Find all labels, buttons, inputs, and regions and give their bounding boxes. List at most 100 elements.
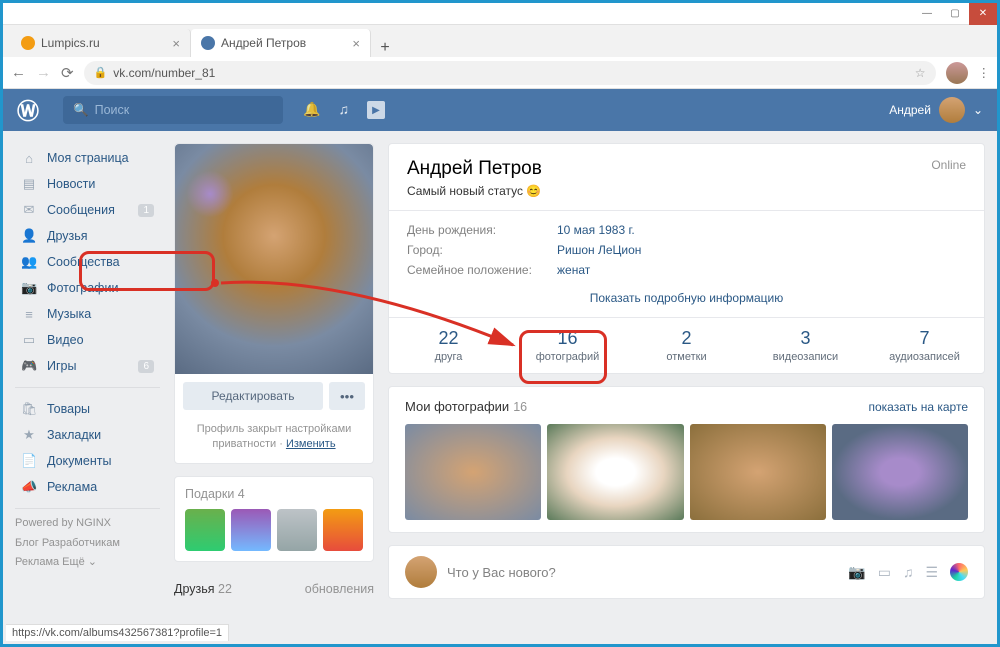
- tab-vk-profile[interactable]: Андрей Петров ×: [191, 29, 371, 57]
- vk-header: Ⓦ 🔍 Поиск 🔔 ♫ ▶ Андрей ⌄: [3, 89, 997, 131]
- search-icon: 🔍: [73, 103, 89, 118]
- search-placeholder: Поиск: [95, 103, 130, 117]
- chrome-profile-avatar[interactable]: [946, 62, 968, 84]
- person-icon: 👤: [21, 228, 37, 244]
- vk-header-icons: 🔔 ♫ ▶: [303, 101, 385, 119]
- browser-tabs: Lumpics.ru × Андрей Петров × +: [3, 25, 997, 57]
- vk-search-input[interactable]: 🔍 Поиск: [63, 96, 283, 124]
- counter-audio[interactable]: 7аудиозаписей: [865, 318, 984, 373]
- profile-status[interactable]: Самый новый статус 😊: [407, 184, 542, 198]
- bell-icon[interactable]: 🔔: [303, 101, 320, 119]
- bookmark-icon[interactable]: ☆: [915, 66, 926, 80]
- document-icon: 📄: [21, 453, 37, 469]
- sidebar-item-news[interactable]: ▤Новости: [15, 171, 160, 197]
- gift-item[interactable]: [323, 509, 363, 551]
- counter-videos[interactable]: 3видеозаписи: [746, 318, 865, 373]
- sidebar-item-ads[interactable]: 📣Реклама: [15, 474, 160, 500]
- sidebar-item-messages[interactable]: ✉Сообщения1: [15, 197, 160, 223]
- sidebar-item-my-page[interactable]: ⌂Моя страница: [15, 145, 160, 171]
- sidebar-item-groups[interactable]: 👥Сообщества: [15, 249, 160, 275]
- tab-title: Андрей Петров: [221, 36, 306, 50]
- show-on-map-link[interactable]: показать на карте: [869, 400, 969, 414]
- gamepad-icon: 🎮: [21, 358, 37, 374]
- more-button[interactable]: •••: [329, 382, 365, 410]
- sidebar-item-docs[interactable]: 📄Документы: [15, 448, 160, 474]
- music-icon[interactable]: ♫: [338, 101, 349, 119]
- favicon-icon: [21, 36, 35, 50]
- sidebar-item-market[interactable]: 🛍Товары: [15, 396, 160, 422]
- star-icon: ★: [21, 427, 37, 443]
- sidebar-item-games[interactable]: 🎮Игры6: [15, 353, 160, 379]
- chevron-down-icon: ⌄: [973, 103, 983, 117]
- counter-photos[interactable]: 16фотографий: [508, 318, 627, 373]
- new-post-box: Что у Вас нового? 📷 ▭ ♫ ☰: [388, 545, 985, 599]
- photos-block: Мои фотографии 16 показать на карте: [388, 386, 985, 533]
- camera-icon[interactable]: 📷: [848, 564, 865, 581]
- window-maximize[interactable]: ▢: [941, 3, 969, 25]
- nav-separator: [15, 387, 160, 388]
- url-input[interactable]: 🔒 vk.com/number_81 ☆: [84, 61, 936, 85]
- poster-background-icon[interactable]: [950, 563, 968, 581]
- info-row-city: Город:Ришон ЛеЦион: [407, 243, 966, 257]
- play-icon[interactable]: ▶: [367, 101, 385, 119]
- photo-thumb[interactable]: [547, 424, 683, 520]
- online-status: Online: [931, 158, 966, 172]
- powered-by: Powered by NGINX: [15, 517, 160, 529]
- lock-icon: 🔒: [94, 66, 108, 79]
- post-input[interactable]: Что у Вас нового?: [447, 565, 838, 580]
- note-icon[interactable]: ☰: [925, 564, 938, 581]
- chat-icon: ✉: [21, 202, 37, 218]
- sidebar-item-bookmarks[interactable]: ★Закладки: [15, 422, 160, 448]
- close-icon[interactable]: ×: [172, 36, 180, 51]
- profile-photo[interactable]: [175, 144, 373, 374]
- chrome-menu-icon[interactable]: ⋮: [978, 65, 990, 80]
- photo-thumb[interactable]: [690, 424, 826, 520]
- profile-counters: 22друга 16фотографий 2отметки 3видеозапи…: [389, 317, 984, 373]
- photo-thumb[interactable]: [832, 424, 968, 520]
- video-icon[interactable]: ▭: [878, 564, 891, 581]
- avatar: [939, 97, 965, 123]
- close-icon[interactable]: ×: [352, 36, 360, 51]
- show-more-info-link[interactable]: Показать подробную информацию: [407, 283, 966, 305]
- window-minimize[interactable]: —: [913, 3, 941, 25]
- url-text: vk.com/number_81: [113, 66, 215, 80]
- gifts-header[interactable]: Подарки 4: [185, 487, 363, 501]
- tab-lumpics[interactable]: Lumpics.ru ×: [11, 29, 191, 57]
- vk-header-user[interactable]: Андрей ⌄: [889, 97, 983, 123]
- browser-window: — ▢ ✕ Lumpics.ru × Андрей Петров × + ← →…: [0, 0, 1000, 647]
- tab-title: Lumpics.ru: [41, 36, 100, 50]
- music-icon[interactable]: ♫: [903, 564, 914, 580]
- footer-links-1[interactable]: Блог Разработчикам: [15, 537, 160, 549]
- reload-icon[interactable]: ⟳: [61, 64, 74, 82]
- friends-block-header[interactable]: Друзья 22 обновления: [174, 574, 374, 596]
- new-tab-button[interactable]: +: [371, 39, 399, 57]
- back-icon[interactable]: ←: [11, 64, 26, 81]
- user-name: Андрей: [889, 103, 931, 117]
- gift-item[interactable]: [277, 509, 317, 551]
- vk-body: ⌂Моя страница ▤Новости ✉Сообщения1 👤Друз…: [3, 131, 997, 644]
- counter-tags[interactable]: 2отметки: [627, 318, 746, 373]
- edit-profile-button[interactable]: Редактировать: [183, 382, 323, 410]
- bag-icon: 🛍: [21, 401, 37, 417]
- privacy-change-link[interactable]: Изменить: [286, 438, 336, 450]
- sidebar-item-music[interactable]: ≡Музыка: [15, 301, 160, 327]
- gift-item[interactable]: [185, 509, 225, 551]
- vk-logo[interactable]: Ⓦ: [17, 94, 39, 126]
- window-close[interactable]: ✕: [969, 3, 997, 25]
- photos-title[interactable]: Мои фотографии: [405, 399, 509, 414]
- sidebar-item-friends[interactable]: 👤Друзья: [15, 223, 160, 249]
- megaphone-icon: 📣: [21, 479, 37, 495]
- avatar: [405, 556, 437, 588]
- sidebar-item-photos[interactable]: 📷Фотографии: [15, 275, 160, 301]
- home-icon: ⌂: [21, 151, 37, 166]
- counter-friends[interactable]: 22друга: [389, 318, 508, 373]
- photo-thumb[interactable]: [405, 424, 541, 520]
- nav-separator: [15, 508, 160, 509]
- gift-item[interactable]: [231, 509, 271, 551]
- profile-photo-card: Редактировать ••• Профиль закрыт настрой…: [174, 143, 374, 464]
- sidebar-item-video[interactable]: ▭Видео: [15, 327, 160, 353]
- address-bar-row: ← → ⟳ 🔒 vk.com/number_81 ☆ ⋮: [3, 57, 997, 89]
- sidebar: ⌂Моя страница ▤Новости ✉Сообщения1 👤Друз…: [15, 143, 160, 644]
- footer-links-2[interactable]: Реклама Ещё ⌄: [15, 555, 160, 568]
- privacy-note: Профиль закрыт настройками приватности ·…: [175, 418, 373, 463]
